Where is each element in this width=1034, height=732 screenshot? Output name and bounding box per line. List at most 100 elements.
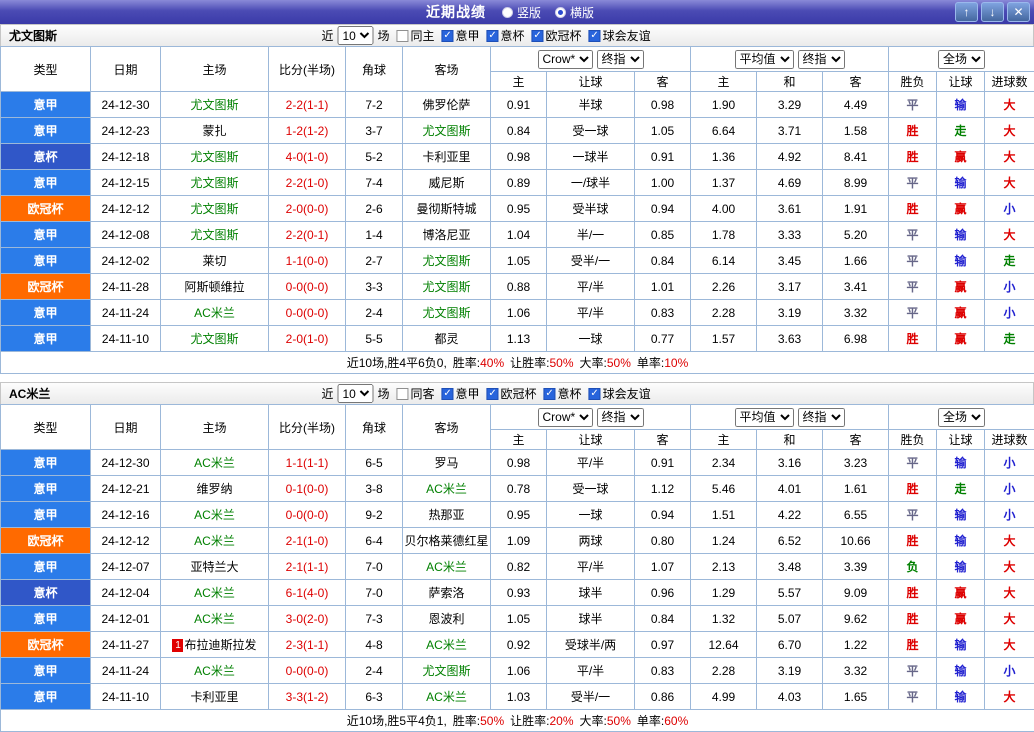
home-team[interactable]: AC米兰: [161, 528, 269, 554]
home-team[interactable]: 卡利亚里: [161, 684, 269, 710]
team-section: 尤文图斯近10场同主✓意甲✓意杯✓欧冠杯✓球会友谊类型日期主场比分(半场)角球客…: [0, 24, 1034, 374]
home-team[interactable]: 尤文图斯: [161, 222, 269, 248]
average-odds: 2.26: [691, 274, 757, 300]
handicap-odds: 平/半: [547, 554, 635, 580]
home-team[interactable]: 尤文图斯: [161, 144, 269, 170]
competition-badge: 意甲: [1, 450, 91, 476]
average-odds: 3.63: [757, 326, 823, 352]
result-handicap-result: 输: [937, 450, 985, 476]
close-button[interactable]: ✕: [1007, 2, 1030, 22]
handicap-odds: 0.91: [491, 92, 547, 118]
away-team[interactable]: AC米兰: [403, 554, 491, 580]
away-team[interactable]: 恩波利: [403, 606, 491, 632]
odds-stage-select[interactable]: 终指: [597, 50, 644, 69]
layout-radio-horizontal[interactable]: 横版: [555, 4, 594, 21]
away-team[interactable]: 尤文图斯: [403, 658, 491, 684]
home-team[interactable]: 尤文图斯: [161, 170, 269, 196]
score: 0-0(0-0): [269, 274, 346, 300]
result-handicap-result: 输: [937, 684, 985, 710]
home-team[interactable]: 1布拉迪斯拉发: [161, 632, 269, 658]
score: 2-2(1-1): [269, 92, 346, 118]
filter-checkbox-2[interactable]: ✓欧冠杯: [487, 385, 537, 402]
home-team[interactable]: AC米兰: [161, 606, 269, 632]
handicap-odds: 受半球: [547, 196, 635, 222]
away-team[interactable]: 威尼斯: [403, 170, 491, 196]
home-team[interactable]: 尤文图斯: [161, 92, 269, 118]
competition-badge: 意甲: [1, 502, 91, 528]
match-row: 意甲24-12-02莱切1-1(0-0)2-7尤文图斯1.05受半/一0.846…: [1, 248, 1034, 274]
score: 2-0(1-0): [269, 326, 346, 352]
average-source-select[interactable]: 平均值: [735, 408, 794, 427]
average-source-select[interactable]: 平均值: [735, 50, 794, 69]
home-team[interactable]: AC米兰: [161, 580, 269, 606]
filter-checkbox-0[interactable]: 同主: [397, 27, 435, 44]
average-stage-select[interactable]: 终指: [798, 408, 845, 427]
match-date: 24-12-12: [91, 528, 161, 554]
home-team[interactable]: 尤文图斯: [161, 326, 269, 352]
average-odds: 5.07: [757, 606, 823, 632]
handicap-odds: 受半/一: [547, 248, 635, 274]
handicap-odds: 1.06: [491, 300, 547, 326]
match-date: 24-11-27: [91, 632, 161, 658]
home-team[interactable]: AC米兰: [161, 450, 269, 476]
games-count-select[interactable]: 10: [337, 26, 373, 45]
away-team[interactable]: 博洛尼亚: [403, 222, 491, 248]
away-team[interactable]: 罗马: [403, 450, 491, 476]
average-odds: 6.14: [691, 248, 757, 274]
layout-radio-vertical[interactable]: 竖版: [502, 4, 541, 21]
away-team[interactable]: AC米兰: [403, 684, 491, 710]
away-team[interactable]: 贝尔格莱德红星: [403, 528, 491, 554]
away-team[interactable]: 热那亚: [403, 502, 491, 528]
away-team[interactable]: 尤文图斯: [403, 274, 491, 300]
average-odds: 4.00: [691, 196, 757, 222]
scope-select[interactable]: 全场: [938, 50, 985, 69]
filter-checkbox-4[interactable]: ✓球会友谊: [589, 385, 651, 402]
score: 2-1(1-1): [269, 554, 346, 580]
filter-checkbox-1[interactable]: ✓意甲: [442, 27, 480, 44]
away-team[interactable]: AC米兰: [403, 476, 491, 502]
home-team[interactable]: AC米兰: [161, 300, 269, 326]
filter-checkbox-2[interactable]: ✓意杯: [487, 27, 525, 44]
bookmaker-select[interactable]: Crow*: [538, 50, 593, 69]
section-header: AC米兰近10场同客✓意甲✓欧冠杯✓意杯✓球会友谊: [0, 382, 1034, 404]
match-date: 24-12-30: [91, 450, 161, 476]
away-team[interactable]: 都灵: [403, 326, 491, 352]
handicap-odds: 0.84: [635, 248, 691, 274]
filter-checkbox-3[interactable]: ✓意杯: [544, 385, 582, 402]
odds-stage-select[interactable]: 终指: [597, 408, 644, 427]
bookmaker-select[interactable]: Crow*: [538, 408, 593, 427]
corner-score: 2-6: [346, 196, 403, 222]
away-team[interactable]: AC米兰: [403, 632, 491, 658]
average-odds: 4.92: [757, 144, 823, 170]
average-odds: 10.66: [823, 528, 889, 554]
home-team[interactable]: 莱切: [161, 248, 269, 274]
away-team[interactable]: 尤文图斯: [403, 118, 491, 144]
home-team[interactable]: 尤文图斯: [161, 196, 269, 222]
away-team[interactable]: 尤文图斯: [403, 248, 491, 274]
result-goals-result: 大: [985, 580, 1034, 606]
scroll-up-button[interactable]: ↑: [955, 2, 978, 22]
filter-checkbox-4[interactable]: ✓球会友谊: [589, 27, 651, 44]
scope-select[interactable]: 全场: [938, 408, 985, 427]
home-team[interactable]: AC米兰: [161, 502, 269, 528]
away-team[interactable]: 佛罗伦萨: [403, 92, 491, 118]
home-team[interactable]: 亚特兰大: [161, 554, 269, 580]
filter-checkbox-0[interactable]: 同客: [397, 385, 435, 402]
average-stage-select[interactable]: 终指: [798, 50, 845, 69]
away-team[interactable]: 尤文图斯: [403, 300, 491, 326]
home-team[interactable]: 蒙扎: [161, 118, 269, 144]
score: 1-1(0-0): [269, 248, 346, 274]
away-team[interactable]: 曼彻斯特城: [403, 196, 491, 222]
home-team[interactable]: 阿斯顿维拉: [161, 274, 269, 300]
home-team[interactable]: 维罗纳: [161, 476, 269, 502]
home-team[interactable]: AC米兰: [161, 658, 269, 684]
filter-checkbox-3[interactable]: ✓欧冠杯: [532, 27, 582, 44]
filter-checkbox-1[interactable]: ✓意甲: [442, 385, 480, 402]
match-date: 24-11-10: [91, 684, 161, 710]
away-team[interactable]: 萨索洛: [403, 580, 491, 606]
away-team[interactable]: 卡利亚里: [403, 144, 491, 170]
games-count-select[interactable]: 10: [337, 384, 373, 403]
scroll-down-button[interactable]: ↓: [981, 2, 1004, 22]
checkbox-icon: ✓: [442, 30, 454, 42]
handicap-odds: 0.86: [635, 684, 691, 710]
